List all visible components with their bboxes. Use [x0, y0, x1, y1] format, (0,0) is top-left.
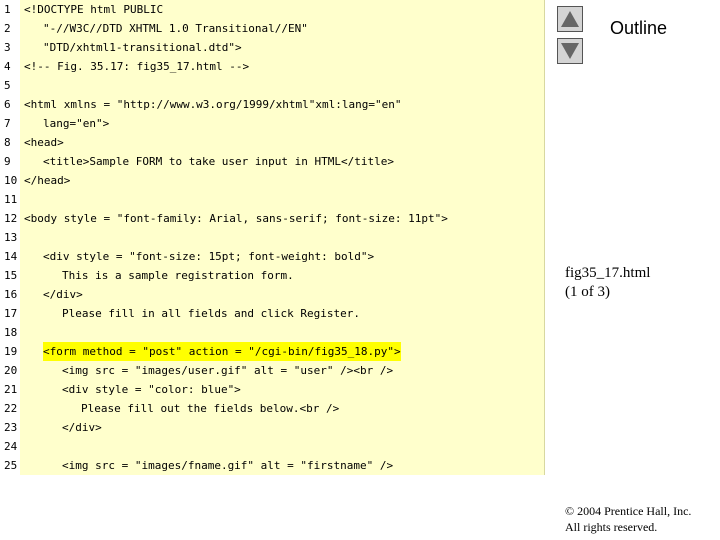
code-text: <form method = "post" action = "/cgi-bin…: [43, 342, 401, 361]
code-line: 18: [0, 323, 545, 342]
line-number: 19: [4, 345, 18, 358]
line-number: 8: [4, 136, 11, 149]
code-text: </div>: [43, 288, 83, 301]
line-number: 1: [4, 3, 11, 16]
line-number: 22: [4, 402, 18, 415]
code-text: </div>: [62, 421, 102, 434]
code-text: <div style = "color: blue">: [62, 383, 241, 396]
next-slide-button[interactable]: [557, 38, 583, 64]
code-line: 8 <head>: [0, 133, 545, 152]
code-text: <title>Sample FORM to take user input in…: [43, 155, 394, 168]
code-line: 4 <!-- Fig. 35.17: fig35_17.html -->: [0, 57, 545, 76]
triangle-up-icon: [561, 11, 579, 27]
code-line: 11: [0, 190, 545, 209]
line-number: 5: [4, 79, 11, 92]
line-number: 18: [4, 326, 18, 339]
outline-link[interactable]: Outline: [610, 18, 667, 39]
code-listing-panel: 1 <!DOCTYPE html PUBLIC 2 "-//W3C//DTD XHTM…: [0, 0, 545, 475]
code-line: 25 <img src = "images/fname.gif" alt = "f…: [0, 456, 545, 475]
line-number: 9: [4, 155, 11, 168]
line-number: 13: [4, 231, 18, 244]
code-line: 3 "DTD/xhtml1-transitional.dtd">: [0, 38, 545, 57]
line-number: 23: [4, 421, 18, 434]
copyright-line: © 2004 Prentice Hall, Inc.: [565, 504, 692, 518]
code-line: 14 <div style = "font-size: 15pt; font-we…: [0, 247, 545, 266]
line-number: 4: [4, 60, 11, 73]
code-text: <head>: [24, 136, 64, 149]
line-number: 6: [4, 98, 11, 111]
code-line: 23 </div>: [0, 418, 545, 437]
file-label: fig35_17.html (1 of 3): [565, 264, 650, 302]
code-line: 2 "-//W3C//DTD XHTML 1.0 Transitional//EN…: [0, 19, 545, 38]
code-text: "-//W3C//DTD XHTML 1.0 Transitional//EN": [43, 22, 308, 35]
code-line: 10 </head>: [0, 171, 545, 190]
code-line: 1 <!DOCTYPE html PUBLIC: [0, 0, 545, 19]
line-number: 17: [4, 307, 18, 320]
code-line: 7 lang="en">: [0, 114, 545, 133]
code-text: <html xmlns = "http://www.w3.org/1999/xh…: [24, 98, 402, 111]
line-number: 3: [4, 41, 11, 54]
code-text: lang="en">: [43, 117, 110, 130]
code-line: 22 Please fill out the fields below.<br /…: [0, 399, 545, 418]
line-number: 2: [4, 22, 11, 35]
code-line: 5: [0, 76, 545, 95]
code-line: 15 This is a sample registration form.: [0, 266, 545, 285]
line-number: 12: [4, 212, 18, 225]
line-number: 7: [4, 117, 11, 130]
code-line: 13: [0, 228, 545, 247]
code-line: 17 Please fill in all fields and click Re…: [0, 304, 545, 323]
slide-navigation: [557, 6, 585, 70]
code-line: 12 <body style = "font-family: Arial, san…: [0, 209, 545, 228]
code-text: <img src = "images/fname.gif" alt = "fir…: [62, 459, 394, 472]
code-text: <img src = "images/user.gif" alt = "user…: [62, 364, 394, 377]
triangle-down-icon: [561, 43, 579, 59]
rights-line: All rights reserved.: [565, 520, 658, 534]
code-text: <!DOCTYPE html PUBLIC: [24, 3, 164, 16]
line-number: 20: [4, 364, 18, 377]
previous-slide-button[interactable]: [557, 6, 583, 32]
page-indicator: (1 of 3): [565, 284, 610, 300]
code-text: Please fill in all fields and click Regi…: [62, 307, 361, 320]
code-text: This is a sample registration form.: [62, 269, 294, 282]
line-number: 25: [4, 459, 18, 472]
code-text: <body style = "font-family: Arial, sans-…: [24, 212, 448, 225]
code-line: 21 <div style = "color: blue">: [0, 380, 545, 399]
line-number: 24: [4, 440, 18, 453]
line-number: 21: [4, 383, 18, 396]
code-text: <div style = "font-size: 15pt; font-weig…: [43, 250, 375, 263]
code-line: 9 <title>Sample FORM to take user input i…: [0, 152, 545, 171]
code-line: 6 <html xmlns = "http://www.w3.org/1999/x…: [0, 95, 545, 114]
line-number: 14: [4, 250, 18, 263]
line-number: 16: [4, 288, 18, 301]
line-number: 15: [4, 269, 18, 282]
code-text: "DTD/xhtml1-transitional.dtd">: [43, 41, 242, 54]
code-line: 24: [0, 437, 545, 456]
line-number: 11: [4, 193, 18, 206]
line-number: 10: [4, 174, 18, 187]
code-text: <!-- Fig. 35.17: fig35_17.html -->: [24, 60, 250, 73]
copyright-notice: © 2004 Prentice Hall, Inc. All rights re…: [565, 503, 691, 535]
file-name: fig35_17.html: [565, 265, 651, 281]
code-line: 20 <img src = "images/user.gif" alt = "us…: [0, 361, 545, 380]
code-text: </head>: [24, 174, 71, 187]
code-text: Please fill out the fields below.<br />: [81, 402, 340, 415]
code-line: 16 </div>: [0, 285, 545, 304]
code-line: 19 <form method = "post" action = "/cgi-b…: [0, 342, 545, 361]
